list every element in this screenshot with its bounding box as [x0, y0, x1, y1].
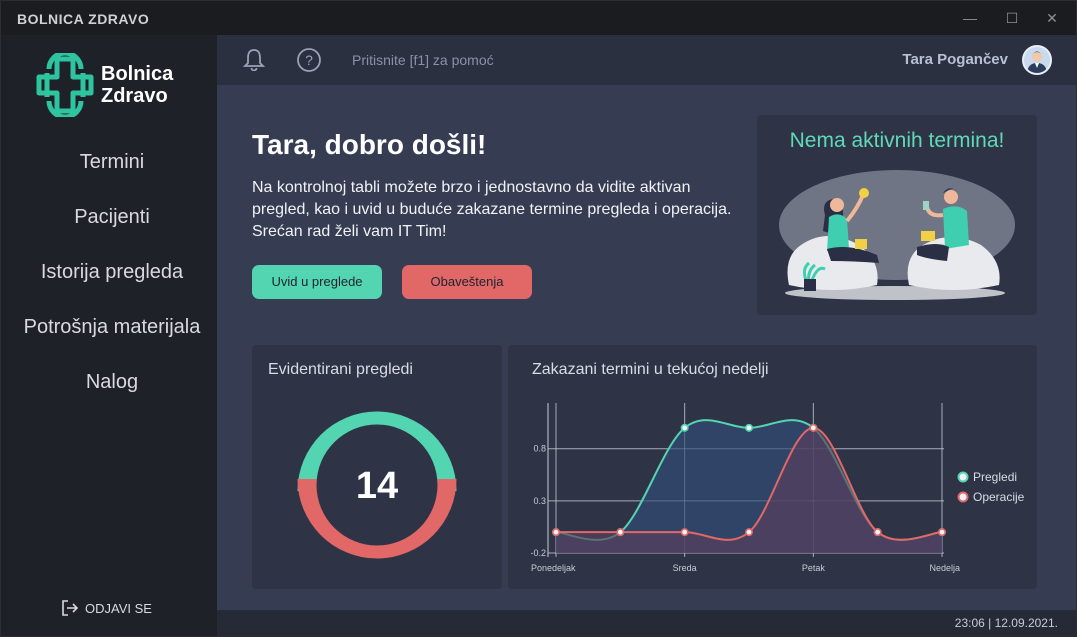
- welcome-title: Tara, dobro došli!: [252, 129, 487, 160]
- notifications-button[interactable]: Obaveštenja: [402, 265, 532, 299]
- relaxing-people-illustration: [779, 170, 1015, 300]
- title-bar: BOLNICA ZDRAVO — ☐ ✕: [1, 1, 1076, 35]
- no-appointments-title: Nema aktivnih termina!: [789, 129, 1005, 152]
- logo-line-2: Zdravo: [101, 85, 168, 107]
- avatar[interactable]: [1022, 45, 1052, 75]
- x-tick-label: Sreda: [673, 563, 697, 573]
- sidebar-item-termini[interactable]: Termini: [7, 151, 217, 174]
- logout-icon: [62, 600, 79, 616]
- view-examinations-button[interactable]: Uvid u preglede: [252, 265, 382, 299]
- logo-line-1: Bolnica: [101, 63, 174, 85]
- sidebar-item-nalog[interactable]: Nalog: [7, 371, 217, 394]
- svg-text:?: ?: [305, 52, 313, 68]
- legend-marker: [957, 491, 969, 503]
- help-icon[interactable]: ?: [296, 47, 322, 73]
- y-tick-label: 0.3: [533, 496, 546, 506]
- bell-icon[interactable]: [243, 47, 265, 71]
- x-tick-label: Nedelja: [929, 563, 960, 573]
- logout-button[interactable]: ODJAVI SE: [61, 599, 152, 617]
- app-window: BOLNICA ZDRAVO — ☐ ✕ Bolnica Zdravo Term…: [0, 0, 1077, 637]
- sidebar-item-istorija-pregleda[interactable]: Istorija pregleda: [7, 261, 217, 284]
- welcome-text: Na kontrolnoj tabli možete brzo i jednos…: [252, 179, 732, 240]
- data-point: [680, 528, 689, 537]
- sidebar: Bolnica Zdravo Termini Pacijenti Istorij…: [7, 35, 217, 635]
- no-appointments-card: Nema aktivnih termina!: [757, 115, 1037, 315]
- logo-icon: [36, 50, 94, 120]
- top-bar: ? Pritisnite [f1] za pomoć Tara Pogančev: [217, 35, 1076, 85]
- examinations-count: 14: [355, 465, 399, 507]
- logout-label: ODJAVI SE: [85, 600, 152, 616]
- sidebar-item-pacijenti[interactable]: Pacijenti: [7, 206, 217, 229]
- logo-text: Bolnica Zdravo: [101, 63, 173, 107]
- status-bar: 23:06 | 12.09.2021.: [217, 610, 1076, 636]
- y-tick-label: -0.2: [530, 548, 546, 558]
- data-point: [873, 528, 882, 537]
- weekly-appointments-card: Zakazani termini u tekućoj nedelji 0.8 0.…: [508, 345, 1037, 589]
- legend-label: Pregledi: [973, 470, 1017, 484]
- data-point: [551, 528, 560, 537]
- data-point: [680, 423, 689, 432]
- minimize-icon[interactable]: —: [961, 9, 979, 27]
- user-name[interactable]: Tara Pogančev: [902, 51, 1008, 68]
- examinations-card: Evidentirani pregledi 14: [252, 345, 502, 589]
- user-avatar-icon: [1027, 51, 1047, 73]
- data-point: [745, 528, 754, 537]
- dashboard: Tara, dobro došli! Na kontrolnoj tabli m…: [217, 85, 1076, 610]
- weekly-appointments-chart: 0.8 0.3 -0.2 Ponedeljak Sreda Petak Nedelja Pre…: [530, 403, 1025, 573]
- x-tick-label: Petak: [802, 563, 826, 573]
- maximize-icon[interactable]: ☐: [1003, 9, 1021, 27]
- data-point: [937, 528, 946, 537]
- sidebar-item-potrosnja-materijala[interactable]: Potrošnja materijala: [7, 316, 217, 339]
- legend-marker: [957, 471, 969, 483]
- close-icon[interactable]: ✕: [1043, 9, 1061, 27]
- window-title: BOLNICA ZDRAVO: [17, 11, 150, 27]
- data-point: [809, 423, 818, 432]
- data-point: [745, 423, 754, 432]
- logo: Bolnica Zdravo: [33, 50, 203, 120]
- datetime: 23:06 | 12.09.2021.: [954, 616, 1058, 630]
- data-point: [616, 528, 625, 537]
- x-tick-label: Ponedeljak: [531, 563, 576, 573]
- y-tick-label: 0.8: [533, 444, 546, 454]
- help-hint: Pritisnite [f1] za pomoć: [352, 52, 494, 68]
- legend-label: Operacije: [973, 490, 1025, 504]
- examinations-card-title: Evidentirani pregledi: [268, 361, 413, 378]
